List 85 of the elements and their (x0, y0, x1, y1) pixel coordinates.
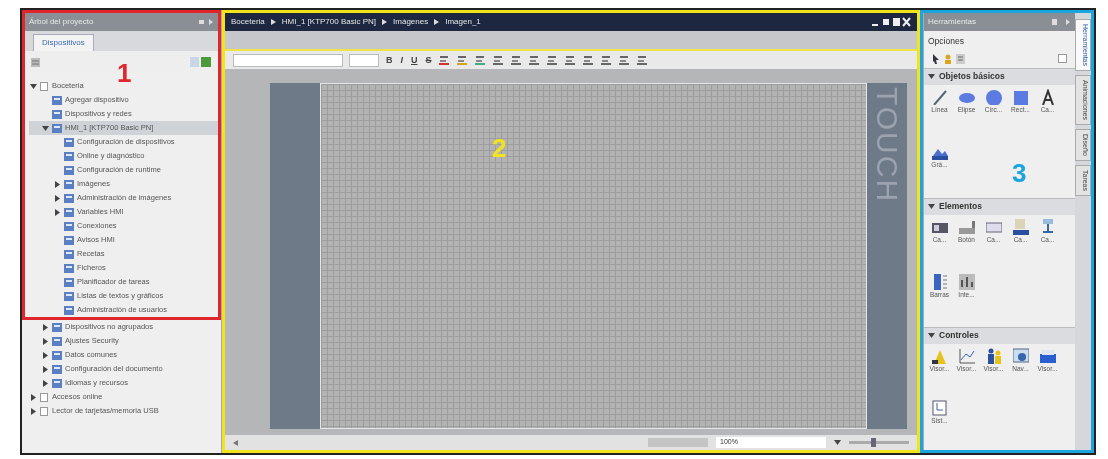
list-icon (64, 193, 74, 203)
options-label: Opciones (927, 35, 965, 48)
breadcrumb-item[interactable]: Boceteria (231, 17, 265, 26)
breadcrumb-item[interactable]: Imágenes (393, 17, 429, 26)
chevron-icon (270, 18, 276, 25)
list-icon (52, 95, 62, 105)
window-icon[interactable] (1058, 54, 1067, 64)
list-icon (64, 221, 74, 231)
slider-thumb[interactable] (871, 438, 876, 447)
list-icon (64, 235, 74, 245)
format-button[interactable]: B (385, 55, 394, 65)
expanded-icon[interactable] (928, 204, 935, 210)
collapsed-icon[interactable] (42, 365, 48, 373)
window-controls-drawing[interactable] (871, 17, 911, 27)
expanded-icon[interactable] (928, 333, 935, 339)
font-color-icon[interactable] (438, 55, 451, 65)
expanded-icon[interactable] (928, 74, 935, 80)
document-icon (40, 81, 49, 91)
list-icon (52, 123, 62, 133)
collapsed-icon[interactable] (30, 393, 36, 401)
list-icon (64, 207, 74, 217)
format-button[interactable]: U (410, 55, 419, 65)
list-icon (64, 165, 74, 175)
list-icon (64, 151, 74, 161)
tray-icon (1039, 347, 1056, 364)
expanded-icon[interactable] (41, 125, 49, 131)
list-icon (52, 364, 62, 374)
format-button[interactable]: S (424, 55, 433, 65)
scrollbar-thumb[interactable] (648, 438, 708, 447)
list-icon (64, 179, 74, 189)
font-size-field[interactable] (349, 53, 379, 67)
list-icon (52, 336, 62, 346)
list-icon (52, 109, 62, 119)
collapsed-icon[interactable] (54, 208, 60, 216)
panel-title: Árbol del proyecto (29, 16, 94, 28)
section-header[interactable]: Controles (924, 326, 1075, 344)
section-header[interactable]: Objetos básicos (924, 67, 1075, 85)
list-icon (52, 378, 62, 388)
dropdown-icon[interactable] (834, 440, 841, 445)
format-button[interactable]: I (399, 55, 404, 65)
panel-title: Herramientas (928, 16, 976, 28)
line-icon (931, 88, 948, 105)
collapsed-icon[interactable] (42, 337, 48, 345)
section-title: Controles (939, 329, 979, 343)
fill-color-icon[interactable] (456, 55, 469, 65)
list-icon (64, 137, 74, 147)
bar-icon (931, 273, 948, 290)
image-icon (1012, 218, 1029, 235)
section-title: Elementos (939, 200, 982, 214)
collapsed-icon[interactable] (42, 323, 48, 331)
list-icon (64, 249, 74, 259)
font-name-field[interactable] (233, 53, 343, 67)
collapsed-icon[interactable] (30, 407, 36, 415)
tab[interactable]: Dispositivos (33, 34, 94, 51)
list-icon (64, 277, 74, 287)
button-icon (958, 218, 975, 235)
browser-icon (1012, 347, 1029, 364)
collapsed-icon[interactable] (42, 351, 48, 359)
callout-number: 3 (1012, 160, 1027, 186)
list-icon (52, 350, 62, 360)
chevron-icon (382, 18, 388, 25)
grid-view-icon[interactable] (31, 57, 40, 67)
list-icon (64, 291, 74, 301)
list-icon (52, 322, 62, 332)
pointer-icon[interactable] (932, 53, 940, 64)
expanded-icon[interactable] (29, 83, 37, 89)
users-icon (985, 347, 1002, 364)
breadcrumb-item[interactable]: Imagen_1 (445, 17, 481, 26)
rectangle-icon (1012, 88, 1029, 105)
callout-number: 2 (492, 135, 507, 161)
line-color-icon[interactable] (474, 55, 487, 65)
collapsed-icon[interactable] (54, 180, 60, 188)
list-icon (64, 305, 74, 315)
section-header[interactable]: Elementos (924, 197, 1075, 215)
chevron-icon (434, 18, 440, 25)
section-title: Objetos básicos (939, 70, 1005, 84)
collapsed-icon[interactable] (42, 379, 48, 387)
text-tool-icon (1039, 88, 1056, 105)
scroll-left-icon[interactable] (233, 439, 238, 446)
callout-number: 1 (117, 60, 132, 86)
breadcrumb-item[interactable]: HMI_1 [KTP700 Basic PN] (281, 17, 377, 26)
trend-icon (958, 347, 975, 364)
list-icon[interactable] (956, 53, 965, 64)
list-icon (64, 263, 74, 273)
collapsed-icon[interactable] (54, 194, 60, 202)
